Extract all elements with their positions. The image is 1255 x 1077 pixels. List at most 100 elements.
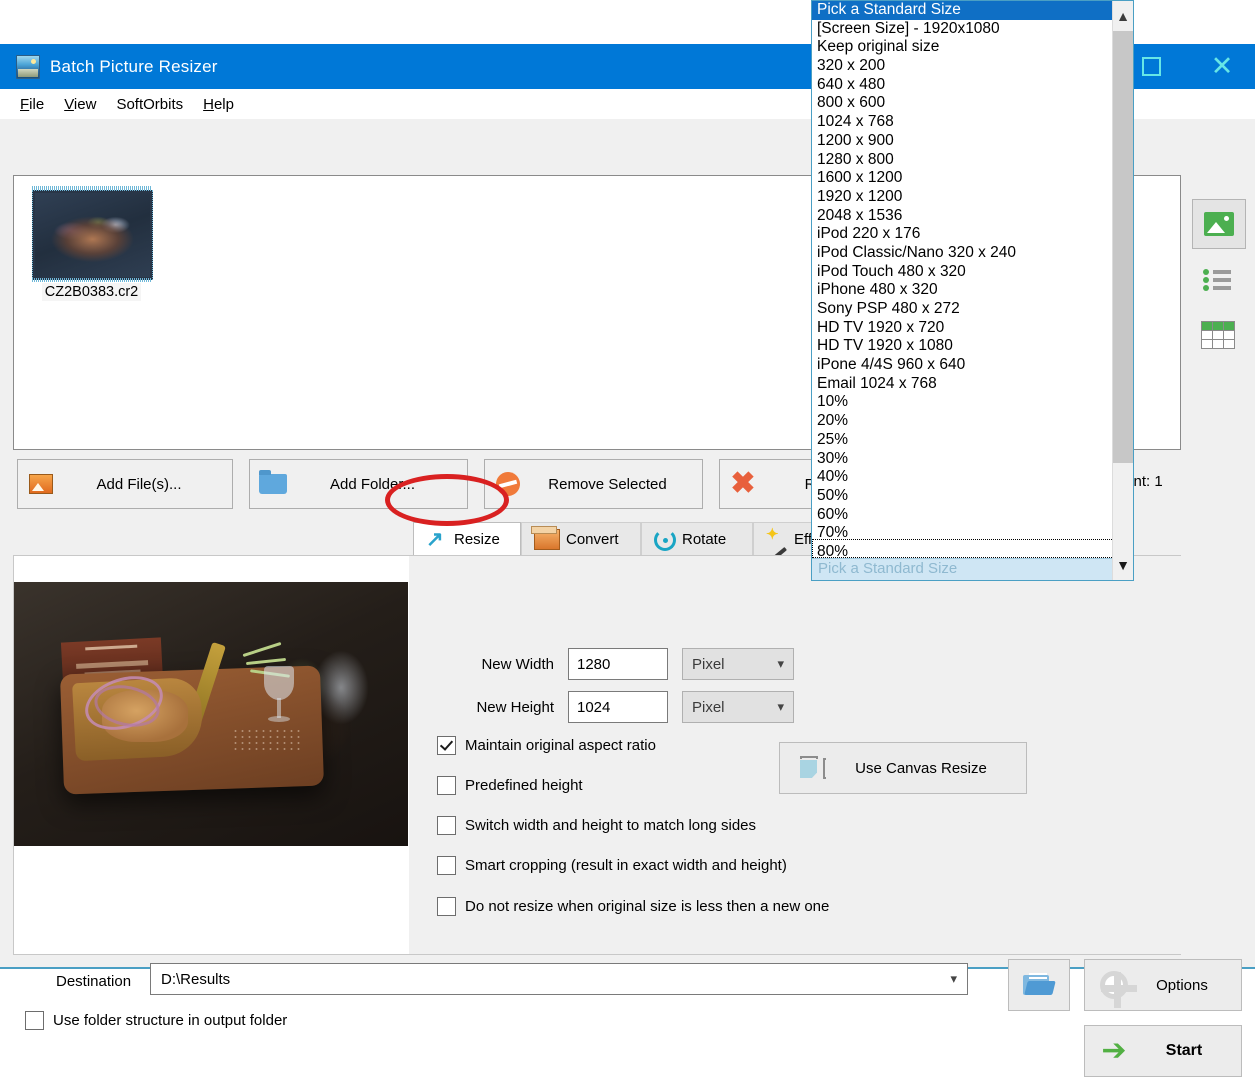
dropdown-option[interactable]: 1600 x 1200 — [812, 169, 1114, 188]
dropdown-option[interactable]: iPod Classic/Nano 320 x 240 — [812, 244, 1114, 263]
tab-resize[interactable]: ↗ Resize — [413, 522, 521, 556]
chevron-down-icon: ▾ — [777, 699, 784, 715]
magic-wand-icon: ✦ — [766, 529, 788, 551]
list-icon — [1203, 267, 1233, 291]
dropdown-option[interactable]: Email 1024 x 768 — [812, 375, 1114, 394]
menu-item-view[interactable]: View — [54, 94, 106, 115]
scrollbar-thumb[interactable] — [1113, 31, 1133, 463]
checkbox-use-folder-structure[interactable]: Use folder structure in output folder — [25, 1011, 287, 1030]
dropdown-scrollbar[interactable]: ▲ ▼ — [1112, 1, 1133, 580]
details-view-button[interactable] — [1192, 311, 1244, 359]
dropdown-option[interactable]: 1200 x 900 — [812, 132, 1114, 151]
dropdown-option[interactable]: 20% — [812, 412, 1114, 431]
dropdown-option[interactable]: Pick a Standard Size — [812, 1, 1114, 20]
tab-rotate[interactable]: Rotate — [641, 522, 753, 556]
thumbnails-view-button[interactable] — [1192, 199, 1246, 249]
dropdown-option[interactable]: 60% — [812, 506, 1114, 525]
close-icon: ✕ — [1211, 53, 1234, 80]
menu-item-softorbits[interactable]: SoftOrbits — [106, 94, 193, 115]
dropdown-option[interactable]: iPod Touch 480 x 320 — [812, 263, 1114, 282]
checkbox-switch-width-height[interactable]: Switch width and height to match long si… — [437, 816, 756, 835]
chevron-down-icon: ▾ — [777, 656, 784, 672]
checkbox-maintain-aspect-ratio[interactable]: Maintain original aspect ratio — [437, 736, 656, 755]
convert-images-icon — [534, 529, 560, 550]
checkbox-label: Maintain original aspect ratio — [465, 737, 656, 754]
dropdown-option[interactable]: 2048 x 1536 — [812, 207, 1114, 226]
dropdown-option[interactable]: HD TV 1920 x 720 — [812, 319, 1114, 338]
view-mode-panel — [1192, 175, 1247, 405]
browse-folder-button[interactable] — [1008, 959, 1070, 1011]
dropdown-option[interactable]: 640 x 480 — [812, 76, 1114, 95]
tab-convert[interactable]: Convert — [521, 522, 641, 556]
checkbox-smart-cropping[interactable]: Smart cropping (result in exact width an… — [437, 856, 787, 875]
destination-value: D:\Results — [161, 971, 230, 988]
gear-icon — [1085, 971, 1143, 999]
dropdown-focus-rect — [812, 539, 1114, 558]
dropdown-option[interactable]: 1280 x 800 — [812, 151, 1114, 170]
rotate-icon — [654, 529, 676, 551]
thumbnail-dither — [33, 191, 152, 279]
list-view-button[interactable] — [1192, 255, 1244, 303]
chevron-up-icon[interactable]: ▲ — [1113, 1, 1133, 31]
file-name-text: CZ2B0383.cr2 — [42, 283, 142, 301]
dropdown-option[interactable]: iPod 220 x 176 — [812, 225, 1114, 244]
dropdown-option[interactable]: 800 x 600 — [812, 94, 1114, 113]
dropdown-option[interactable]: 40% — [812, 468, 1114, 487]
dropdown-option[interactable]: iPhone 480 x 320 — [812, 281, 1114, 300]
add-folder-button[interactable]: Add Folder... — [249, 459, 468, 509]
dropdown-option[interactable]: 320 x 200 — [812, 57, 1114, 76]
add-files-button[interactable]: Add File(s)... — [17, 459, 233, 509]
dropdown-option[interactable]: 10% — [812, 393, 1114, 412]
dropdown-option[interactable]: iPone 4/4S 960 x 640 — [812, 356, 1114, 375]
standard-size-dropdown-list[interactable]: Pick a Standard Size[Screen Size] - 1920… — [811, 0, 1134, 581]
dropdown-option[interactable]: 1920 x 1200 — [812, 188, 1114, 207]
height-unit-select[interactable]: Pixel ▾ — [682, 691, 794, 723]
checkbox-box — [437, 897, 456, 916]
width-unit-select[interactable]: Pixel ▾ — [682, 648, 794, 680]
menu-view-rest: iew — [74, 96, 97, 113]
dropdown-option[interactable]: 30% — [812, 450, 1114, 469]
dropdown-option[interactable]: 25% — [812, 431, 1114, 450]
close-button[interactable]: ✕ — [1199, 44, 1245, 89]
file-thumbnail[interactable] — [32, 190, 153, 280]
standard-size-combobox-value[interactable]: Pick a Standard Size — [813, 559, 1118, 579]
dropdown-options: Pick a Standard Size[Screen Size] - 1920… — [812, 1, 1114, 562]
checkbox-box — [437, 736, 456, 755]
new-height-input[interactable] — [568, 691, 668, 723]
checkbox-label: Switch width and height to match long si… — [465, 817, 756, 834]
preview-glass — [262, 666, 296, 728]
new-width-input[interactable] — [568, 648, 668, 680]
dropdown-option[interactable]: HD TV 1920 x 1080 — [812, 337, 1114, 356]
chevron-down-icon: ▾ — [950, 971, 957, 987]
image-icon — [1204, 212, 1234, 236]
checkbox-do-not-resize-smaller[interactable]: Do not resize when original size is less… — [437, 897, 829, 916]
destination-combobox[interactable]: D:\Results ▾ — [150, 963, 968, 995]
options-label: Options — [1143, 977, 1241, 994]
list-item[interactable]: CZ2B0383.cr2 — [28, 186, 155, 306]
dropdown-option[interactable]: Keep original size — [812, 38, 1114, 57]
chevron-down-icon[interactable]: ▼ — [1113, 550, 1133, 580]
dropdown-option[interactable]: Sony PSP 480 x 272 — [812, 300, 1114, 319]
options-button[interactable]: Options — [1084, 959, 1242, 1011]
start-button[interactable]: ➔ Start — [1084, 1025, 1242, 1077]
tab-resize-label: Resize — [454, 531, 500, 548]
checkbox-box — [437, 776, 456, 795]
selection-marker-top — [32, 186, 151, 190]
dropdown-option[interactable]: [Screen Size] - 1920x1080 — [812, 20, 1114, 39]
checkbox-box — [25, 1011, 44, 1030]
menu-item-file[interactable]: File — [10, 94, 54, 115]
menu-file-rest: ile — [29, 96, 44, 113]
menu-item-help[interactable]: Help — [193, 94, 244, 115]
dropdown-option[interactable]: 50% — [812, 487, 1114, 506]
new-height-label: New Height — [409, 699, 568, 716]
use-canvas-resize-button[interactable]: Use Canvas Resize — [779, 742, 1027, 794]
dropdown-option[interactable]: 1024 x 768 — [812, 113, 1114, 132]
maximize-icon — [1142, 57, 1161, 76]
resize-form: New Width Pixel ▾ New Height Pixel ▾ — [409, 556, 1181, 954]
tab-rotate-label: Rotate — [682, 531, 726, 548]
folder-icon — [250, 474, 296, 494]
checkbox-box — [437, 816, 456, 835]
maximize-button[interactable] — [1128, 44, 1174, 89]
checkbox-predefined-height[interactable]: Predefined height — [437, 776, 583, 795]
remove-selected-button[interactable]: Remove Selected — [484, 459, 703, 509]
